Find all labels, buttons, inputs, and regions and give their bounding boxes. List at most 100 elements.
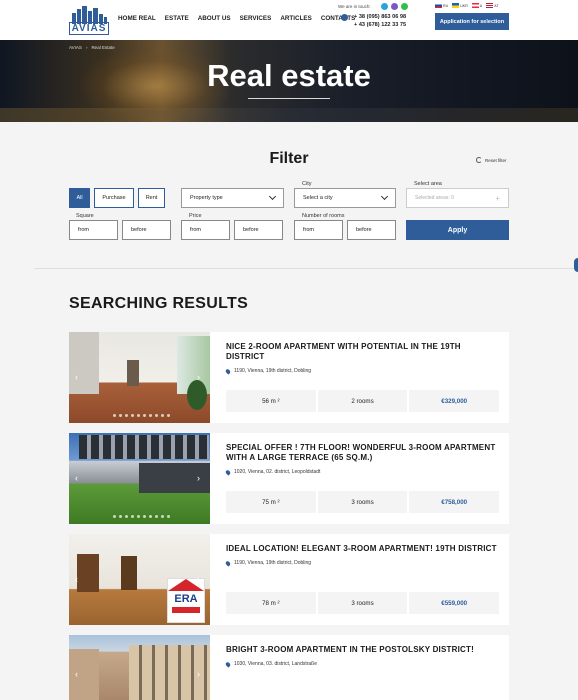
flag-at-icon: [486, 3, 494, 8]
breadcrumb: AVIAS › Real Estate: [69, 45, 115, 50]
listing-photo[interactable]: ‹ ›: [69, 635, 210, 700]
logo-text: AVIAS: [69, 22, 109, 35]
lang-ru[interactable]: RU: [435, 3, 448, 8]
hero-banner: AVIAS › Real Estate Real estate: [0, 40, 578, 122]
lang-ukr[interactable]: UKR: [452, 3, 468, 8]
listing-card[interactable]: ‹ › SPECIAL OFFER ! 7TH FLOOR! WONDERFUL…: [69, 433, 509, 524]
building-left: [69, 649, 99, 700]
side-widget-button[interactable]: [574, 258, 578, 272]
area-select[interactable]: Selected areas: 0 +: [406, 188, 509, 208]
square-from-input[interactable]: from: [69, 220, 118, 240]
photo-pagination: [113, 515, 170, 518]
city-label: City: [302, 181, 312, 187]
nav-contacts[interactable]: CONTACTS: [321, 15, 356, 22]
chevron-right-icon[interactable]: ›: [197, 372, 200, 382]
property-type-select[interactable]: Property type: [181, 188, 284, 208]
listing-card[interactable]: ‹ › BRIGHT 3-ROOM APARTMENT IN THE POSTO…: [69, 635, 509, 700]
chevron-left-icon[interactable]: ‹: [75, 669, 78, 679]
language-switcher: RU UKR A AT: [435, 3, 499, 8]
site-header: AVIAS HOME REAL ESTATE ABOUT US SERVICES…: [0, 0, 578, 40]
chevron-down-icon: [380, 192, 389, 201]
listing-photo[interactable]: ‹ ›: [69, 433, 210, 524]
breadcrumb-separator: ›: [85, 45, 88, 50]
city-select[interactable]: Select a city: [294, 188, 396, 208]
main-nav: HOME REAL ESTATE ABOUT US SERVICES ARTIC…: [118, 15, 364, 22]
application-for-selection-button[interactable]: Application for selection: [435, 13, 509, 30]
nav-home-real[interactable]: HOME REAL: [118, 15, 156, 22]
listing-price: €559,000: [409, 592, 500, 614]
city-value: Select a city: [303, 195, 333, 201]
photo-pagination: [113, 414, 170, 417]
rooms-from-input[interactable]: from: [294, 220, 343, 240]
deal-type-purchase[interactable]: Purchase: [94, 188, 134, 208]
page-title: Real estate: [207, 58, 371, 93]
chevron-right-icon[interactable]: ›: [197, 473, 200, 483]
title-underline: [248, 98, 330, 99]
nav-services[interactable]: SERVICES: [240, 15, 272, 22]
lang-at[interactable]: AT: [486, 3, 499, 8]
reset-filter-button[interactable]: Reset filter: [476, 157, 507, 163]
telegram-icon[interactable]: [381, 3, 388, 10]
nav-estate[interactable]: ESTATE: [165, 15, 189, 22]
listing-area: 75 m ²: [226, 491, 316, 513]
listing-area: 56 m ²: [226, 390, 316, 412]
chevron-right-icon[interactable]: ›: [197, 669, 200, 679]
listing-photo[interactable]: ERA ‹ ›: [69, 534, 210, 625]
nav-about-us[interactable]: ABOUT US: [198, 15, 231, 22]
reset-filter-label: Reset filter: [485, 157, 507, 163]
nav-articles[interactable]: ARTICLES: [280, 15, 312, 22]
refresh-icon: [476, 157, 482, 163]
listing-address: 1020, Vienna, 02. district, Leopoldstadt: [224, 468, 320, 476]
listing-address: 1030, Vienna, 03. district, Landstraße: [224, 660, 317, 668]
wardrobe: [77, 554, 99, 592]
listing-title[interactable]: IDEAL LOCATION! ELEGANT 3-ROOM APARTMENT…: [226, 544, 501, 554]
listing-title[interactable]: NICE 2-ROOM APARTMENT WITH POTENTIAL IN …: [226, 342, 501, 362]
breadcrumb-home[interactable]: AVIAS: [69, 45, 82, 50]
price-before-input[interactable]: before: [234, 220, 283, 240]
lang-a[interactable]: A: [471, 3, 482, 8]
chevron-right-icon[interactable]: ›: [197, 574, 200, 584]
listing-title[interactable]: SPECIAL OFFER ! 7TH FLOOR! WONDERFUL 3-R…: [226, 443, 501, 463]
listing-card[interactable]: ERA ‹ › IDEAL LOCATION! ELEGANT 3-ROOM A…: [69, 534, 509, 625]
listing-address: 1190, Vienna, 19th district, Dobling: [224, 367, 311, 375]
deal-type-rent[interactable]: Rent: [138, 188, 165, 208]
doorway: [127, 360, 139, 386]
listing-price: €329,000: [409, 390, 500, 412]
logo[interactable]: AVIAS: [69, 4, 109, 35]
chevron-left-icon[interactable]: ‹: [75, 372, 78, 382]
listing-stats: 78 m ² 3 rooms €559,000: [226, 592, 500, 614]
phone-icon: [341, 14, 348, 21]
location-pin-icon: [224, 468, 232, 476]
listing-card[interactable]: ‹ › NICE 2-ROOM APARTMENT WITH POTENTIAL…: [69, 332, 509, 423]
phone-number-ua[interactable]: + 38 (095) 863 06 98: [354, 13, 406, 21]
square-before-input[interactable]: before: [122, 220, 171, 240]
listing-stats: 75 m ² 3 rooms €758,000: [226, 491, 500, 513]
listing-rooms: 2 rooms: [317, 390, 408, 412]
flag-a-icon: [471, 3, 479, 8]
apply-filter-button[interactable]: Apply: [406, 220, 509, 240]
flag-ru-icon: [435, 3, 442, 8]
listing-title[interactable]: BRIGHT 3-ROOM APARTMENT IN THE POSTOLSKY…: [226, 645, 501, 655]
price-label: Price: [189, 213, 202, 219]
plus-icon: +: [495, 193, 500, 203]
property-type-value: Property type: [190, 195, 223, 201]
location-pin-icon: [224, 367, 232, 375]
plant: [187, 380, 207, 410]
viber-icon[interactable]: [391, 3, 398, 10]
listing-rooms: 3 rooms: [317, 592, 408, 614]
deal-type-all[interactable]: All: [69, 188, 90, 208]
price-from-input[interactable]: from: [181, 220, 230, 240]
chevron-left-icon[interactable]: ‹: [75, 574, 78, 584]
chevron-left-icon[interactable]: ‹: [75, 473, 78, 483]
phone-number-at[interactable]: + 43 (678) 122 33 75: [354, 21, 406, 29]
phone-numbers: + 38 (095) 863 06 98 + 43 (678) 122 33 7…: [354, 13, 406, 29]
listing-photo[interactable]: ‹ ›: [69, 332, 210, 423]
location-pin-icon: [224, 660, 232, 668]
era-badge-label: ERA: [174, 593, 198, 605]
rooms-before-input[interactable]: before: [347, 220, 396, 240]
era-agency-badge: ERA: [167, 578, 205, 623]
listing-address: 1190, Vienna, 19th district, Dobling: [224, 559, 311, 567]
results-title: SEARCHING RESULTS: [69, 295, 249, 312]
listing-stats: 56 m ² 2 rooms €329,000: [226, 390, 500, 412]
whatsapp-icon[interactable]: [401, 3, 408, 10]
